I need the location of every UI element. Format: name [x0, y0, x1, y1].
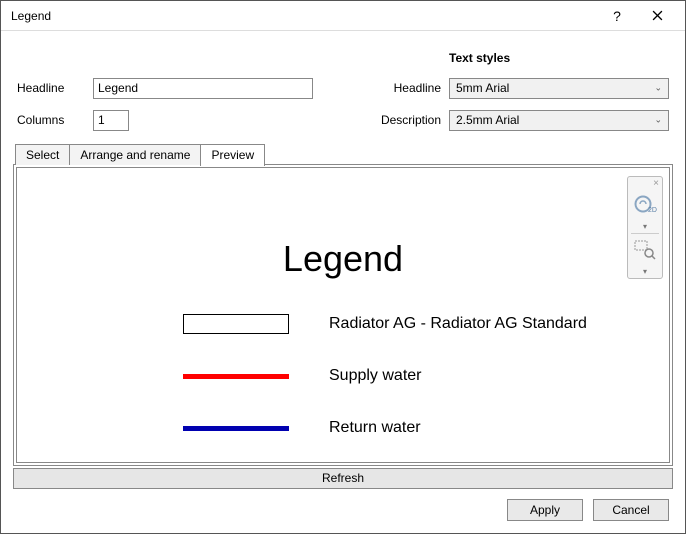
preview-panel: Legend Radiator AG - Radiator AG Standar…	[13, 164, 673, 466]
svg-text:2D: 2D	[648, 207, 657, 214]
headline-label: Headline	[17, 81, 85, 95]
cancel-button[interactable]: Cancel	[593, 499, 669, 521]
ts-headline-label: Headline	[367, 81, 441, 95]
legend-item: Radiator AG - Radiator AG Standard	[183, 314, 669, 334]
form-col-right: Text styles Headline 5mm Arial ⌄ Descrip…	[367, 49, 669, 131]
preview-canvas[interactable]: Legend Radiator AG - Radiator AG Standar…	[17, 168, 669, 462]
ts-description-select[interactable]: 2.5mm Arial ⌄	[449, 110, 669, 131]
headline-input[interactable]	[93, 78, 313, 99]
row-ts-description: Description 2.5mm Arial ⌄	[367, 109, 669, 131]
legend-item-label: Return water	[329, 419, 421, 437]
tab-preview[interactable]: Preview	[200, 144, 265, 166]
legend-swatch-line	[183, 426, 289, 431]
toolbar-more-1[interactable]: ▾	[630, 221, 660, 231]
text-styles-header-row: Text styles	[367, 49, 669, 67]
caret-down-icon: ▾	[643, 267, 647, 276]
ts-headline-value: 5mm Arial	[456, 81, 509, 95]
refresh-button[interactable]: Refresh	[13, 468, 673, 489]
legend-list: Radiator AG - Radiator AG Standard Suppl…	[183, 314, 669, 463]
view-2d-button[interactable]: 2D	[630, 191, 660, 219]
zoom-region-button[interactable]	[630, 236, 660, 264]
preview-toolbar: × 2D ▾	[627, 176, 663, 279]
preview-canvas-frame: Legend Radiator AG - Radiator AG Standar…	[16, 167, 670, 463]
caret-down-icon: ▾	[643, 222, 647, 231]
legend-item: Return water	[183, 418, 669, 438]
legend-item-label: Supply water	[329, 367, 422, 385]
legend-swatch-line	[183, 374, 289, 379]
left-header-spacer	[17, 49, 337, 67]
close-button[interactable]	[637, 2, 677, 30]
form-area: Headline Columns Text styles Headline 5m…	[13, 41, 673, 143]
row-ts-headline: Headline 5mm Arial ⌄	[367, 77, 669, 99]
window-title: Legend	[11, 9, 597, 23]
footer: Apply Cancel	[13, 489, 673, 521]
text-styles-header: Text styles	[449, 51, 510, 65]
toolbar-close-icon[interactable]: ×	[653, 179, 659, 189]
toolbar-separator	[631, 233, 659, 234]
chevron-down-icon: ⌄	[654, 83, 662, 94]
legend-item: Supply water	[183, 366, 669, 386]
row-columns: Columns	[17, 109, 337, 131]
titlebar: Legend ?	[1, 1, 685, 31]
dialog-window: Legend ? Headline Columns Text styles	[0, 0, 686, 534]
tab-strip: Select Arrange and rename Preview	[15, 143, 673, 165]
dialog-content: Headline Columns Text styles Headline 5m…	[1, 31, 685, 533]
zoom-region-icon	[634, 240, 656, 260]
chevron-down-icon: ⌄	[654, 115, 662, 126]
columns-input[interactable]	[93, 110, 129, 131]
ts-headline-select[interactable]: 5mm Arial ⌄	[449, 78, 669, 99]
legend-title: Legend	[17, 238, 669, 280]
toolbar-more-2[interactable]: ▾	[630, 266, 660, 276]
tab-arrange-rename[interactable]: Arrange and rename	[69, 144, 201, 165]
form-col-left: Headline Columns	[17, 49, 337, 131]
columns-label: Columns	[17, 113, 85, 127]
apply-button[interactable]: Apply	[507, 499, 583, 521]
help-button[interactable]: ?	[597, 2, 637, 30]
tab-select[interactable]: Select	[15, 144, 70, 165]
ts-description-label: Description	[367, 113, 441, 127]
ts-description-value: 2.5mm Arial	[456, 113, 519, 127]
close-icon	[652, 10, 663, 21]
row-headline: Headline	[17, 77, 337, 99]
legend-swatch-box	[183, 314, 289, 334]
view-2d-icon: 2D	[633, 194, 657, 216]
legend-item-label: Radiator AG - Radiator AG Standard	[329, 315, 587, 333]
